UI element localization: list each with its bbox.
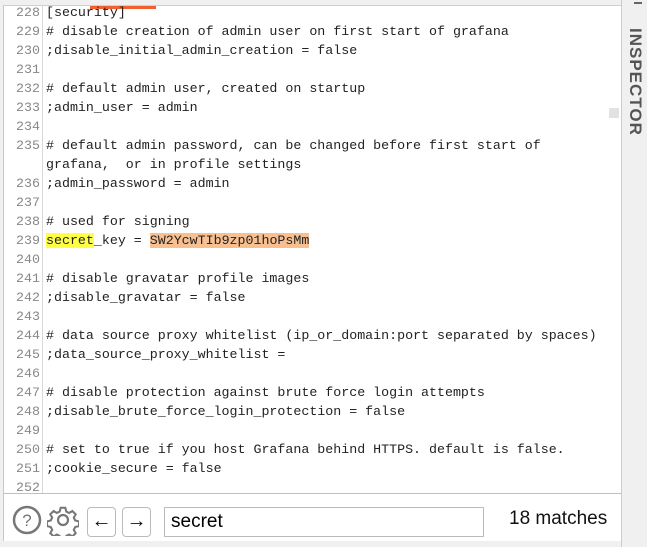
scrollbar-marker[interactable]: [609, 108, 619, 118]
line-number: 249: [16, 423, 40, 438]
code-line: 234: [4, 117, 597, 136]
svg-text:?: ?: [22, 511, 31, 530]
code-line: grafana, or in profile settings: [4, 155, 597, 174]
code-line: 245 ;data_source_proxy_whitelist =: [4, 345, 597, 364]
line-text: # default admin user, created on startup: [46, 81, 366, 96]
code-line: 229 # disable creation of admin user on f…: [4, 22, 597, 41]
code-line: 228 [security]: [4, 5, 597, 22]
inspector-handle[interactable]: [634, 2, 642, 4]
line-text: # set to true if you host Grafana behind…: [46, 442, 565, 457]
line-number: 241: [16, 271, 40, 286]
key-text: _key =: [93, 233, 150, 248]
line-text: secret_key = SW2YcwTIb9zp01hoPsMm: [46, 231, 310, 250]
code-line: 244 # data source proxy whitelist (ip_or_…: [4, 326, 597, 345]
line-text: # data source proxy whitelist (ip_or_dom…: [46, 328, 597, 343]
line-number: 231: [16, 62, 40, 77]
line-number: 239: [16, 233, 40, 248]
line-number: 251: [16, 461, 40, 476]
line-number: 237: [16, 195, 40, 210]
line-number: 232: [16, 81, 40, 96]
match-count: 18 matches: [509, 508, 608, 529]
line-text: [security]: [46, 5, 126, 20]
line-number: 244: [16, 328, 40, 343]
line-text: ;disable_gravatar = false: [46, 290, 246, 305]
code-lines: 228 [security] 229 # disable creation of ad…: [4, 5, 597, 494]
code-line: 237: [4, 193, 597, 212]
code-line: 243: [4, 307, 597, 326]
previous-match-button[interactable]: ←: [87, 507, 116, 537]
line-text: ;admin_user = admin: [46, 100, 198, 115]
line-text: # used for signing: [46, 214, 190, 229]
line-number: 229: [16, 24, 40, 39]
code-line: 230 ;disable_initial_admin_creation = fal…: [4, 41, 597, 60]
line-number: 247: [16, 385, 40, 400]
line-number: 243: [16, 309, 40, 324]
line-text: # default admin password, can be changed…: [46, 138, 541, 153]
code-line: 233 ;admin_user = admin: [4, 98, 597, 117]
code-line: 251 ;cookie_secure = false: [4, 459, 597, 478]
code-line: 248 ;disable_brute_force_login_protection…: [4, 402, 597, 421]
line-text: ;admin_password = admin: [46, 176, 230, 191]
inspector-tab-label[interactable]: INSPECTOR: [625, 28, 645, 136]
question-circle-icon[interactable]: ?: [12, 505, 42, 535]
line-number: [4, 155, 46, 174]
line-number: 242: [16, 290, 40, 305]
line-number: 252: [16, 480, 40, 494]
line-text: grafana, or in profile settings: [46, 157, 302, 172]
code-editor[interactable]: 228 [security] 229 # disable creation of ad…: [3, 5, 621, 494]
line-number: 236: [16, 176, 40, 191]
line-text: # disable protection against brute force…: [46, 385, 485, 400]
line-text: ;disable_initial_admin_creation = false: [46, 43, 358, 58]
next-match-button[interactable]: →: [122, 507, 151, 537]
line-number: 250: [16, 442, 40, 457]
line-number: 230: [16, 43, 40, 58]
line-text: # disable gravatar profile images: [46, 271, 310, 286]
line-number: 240: [16, 252, 40, 267]
code-line: 238 # used for signing: [4, 212, 597, 231]
code-line: 231: [4, 60, 597, 79]
code-line: 242 ;disable_gravatar = false: [4, 288, 597, 307]
line-number: 245: [16, 347, 40, 362]
gear-icon[interactable]: [47, 504, 79, 536]
line-number: 228: [16, 5, 40, 20]
code-line: 232 # default admin user, created on star…: [4, 79, 597, 98]
line-number: 234: [16, 119, 40, 134]
line-number: 233: [16, 100, 40, 115]
code-line: 240: [4, 250, 597, 269]
line-number: 248: [16, 404, 40, 419]
secret-value-highlight: SW2YcwTIb9zp01hoPsMm: [149, 233, 310, 248]
code-line: 236 ;admin_password = admin: [4, 174, 597, 193]
code-line: 249: [4, 421, 597, 440]
code-line: 241 # disable gravatar profile images: [4, 269, 597, 288]
search-input[interactable]: [164, 507, 484, 537]
line-number: 246: [16, 366, 40, 381]
code-line: 239 secret_key = SW2YcwTIb9zp01hoPsMm: [4, 231, 597, 250]
line-text: ;data_source_proxy_whitelist =: [46, 347, 286, 362]
code-line: 235 # default admin password, can be chan…: [4, 136, 597, 155]
code-line: 247 # disable protection against brute fo…: [4, 383, 597, 402]
code-line: 250 # set to true if you host Grafana beh…: [4, 440, 597, 459]
line-text: ;disable_brute_force_login_protection = …: [46, 404, 406, 419]
find-bar: ? ← → 18 matches: [3, 493, 621, 541]
search-match-highlight: secret: [46, 233, 94, 248]
line-number: 238: [16, 214, 40, 229]
line-number: 235: [16, 138, 40, 153]
code-line: 246: [4, 364, 597, 383]
inspector-panel[interactable]: INSPECTOR: [621, 0, 647, 547]
code-line: 252: [4, 478, 597, 494]
line-text: ;cookie_secure = false: [46, 461, 222, 476]
line-text: # disable creation of admin user on firs…: [46, 24, 509, 39]
